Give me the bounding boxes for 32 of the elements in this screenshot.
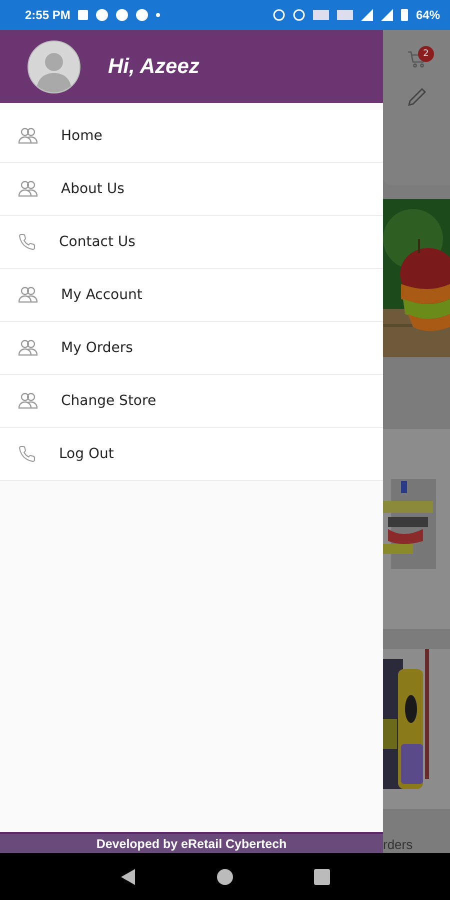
people-icon [18,286,38,304]
menu-item[interactable]: Change Store [0,375,383,428]
cart-badge: 2 [418,46,434,62]
footer-credit: Developed by eRetail Cybertech [0,832,383,853]
phone-icon [18,233,36,251]
people-icon [18,127,38,145]
back-icon[interactable] [120,868,136,886]
people-icon [18,392,38,410]
people-icon [18,339,38,357]
menu-item-label: My Account [61,287,142,303]
home-icon[interactable] [216,868,233,884]
menu-item[interactable]: About Us [0,163,383,216]
avatar-icon [27,40,81,94]
recents-icon[interactable] [314,868,330,884]
menu-item-label: Home [61,128,102,144]
menu-item-label: My Orders [61,340,133,356]
menu-item-label: Log Out [59,446,114,462]
signal-icon [380,9,393,21]
signal-icon [360,9,373,21]
battery-percent: 64% [416,8,440,22]
pencil-icon[interactable] [406,86,428,108]
menu-item-label: Contact Us [59,234,136,250]
battery-icon [400,9,408,21]
menu-item-label: About Us [61,181,124,197]
menu-item[interactable]: My Account [0,269,383,322]
menu-item[interactable]: My Orders [0,322,383,375]
people-icon [18,180,38,198]
menu-item[interactable]: Home [0,110,383,163]
greeting-text: Hi, Azeez [108,54,200,78]
status-time: 2:55 PM [25,8,70,22]
menu-item-label: Change Store [61,393,156,409]
phone-icon [18,445,36,463]
